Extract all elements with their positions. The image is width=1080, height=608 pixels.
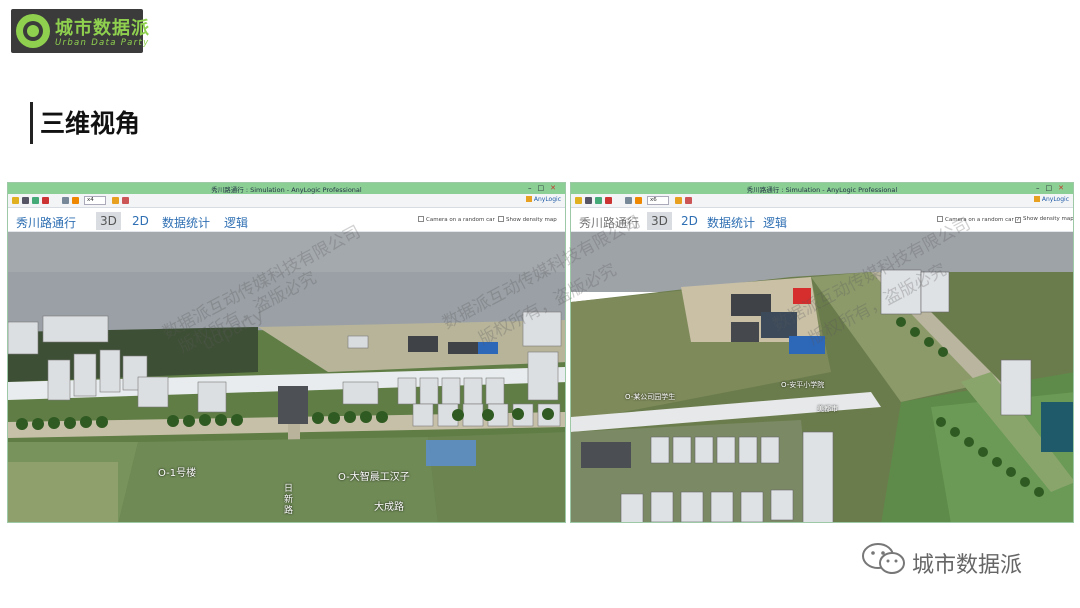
- map-label: O-大智晨工汉子: [338, 472, 410, 483]
- map-label: 美都市: [817, 405, 838, 413]
- window-titlebar: 秀川路通行 : Simulation - AnyLogic Profession…: [8, 183, 565, 194]
- run-icon[interactable]: [12, 197, 19, 204]
- speed-field[interactable]: x4: [84, 196, 106, 205]
- step-icon[interactable]: [22, 197, 29, 204]
- stop-icon[interactable]: [605, 197, 612, 204]
- road-label: 日新路: [284, 484, 294, 516]
- tab-2d[interactable]: 2D: [677, 212, 702, 230]
- checkbox-icon[interactable]: [498, 216, 504, 222]
- run-icon[interactable]: [575, 197, 582, 204]
- play-icon[interactable]: [32, 197, 39, 204]
- 3d-viewport[interactable]: O-安平小学院 O-某公司园学生 美都市: [571, 232, 1073, 522]
- option-label: Show density map: [506, 217, 557, 223]
- window-controls: –□✕: [1036, 184, 1070, 192]
- tab-statistics[interactable]: 数据统计: [703, 212, 759, 233]
- minimize-icon[interactable]: –: [1036, 184, 1046, 192]
- tab-model[interactable]: 秀川路通行: [575, 212, 643, 233]
- page-title: 三维视角: [40, 109, 141, 138]
- density-map-option[interactable]: ✓ Show density map: [1015, 216, 1074, 223]
- option-label: Camera on a random car: [426, 217, 495, 223]
- logo-subtitle: Urban Data Party: [55, 38, 150, 48]
- tab-logic[interactable]: 逻辑: [759, 212, 791, 233]
- footer-brand-name: 城市数据派: [912, 553, 1023, 578]
- tab-3d[interactable]: 3D: [96, 212, 121, 230]
- camera-random-car-option[interactable]: Camera on a random car: [937, 216, 1014, 223]
- tab-model[interactable]: 秀川路通行: [12, 212, 80, 233]
- 3d-city-scene: [571, 232, 1073, 522]
- simulation-window-left: 秀川路通行 : Simulation - AnyLogic Profession…: [7, 182, 566, 523]
- logo-title: 城市数据派: [55, 18, 150, 39]
- window-title: 秀川路通行 : Simulation - AnyLogic Profession…: [211, 186, 362, 194]
- slower-icon[interactable]: [62, 197, 69, 204]
- faster-icon[interactable]: [635, 197, 642, 204]
- option-label: Show density map: [1023, 216, 1074, 222]
- anylogic-brand: AnyLogic: [526, 196, 561, 203]
- tab-3d[interactable]: 3D: [647, 212, 672, 230]
- map-label: O-某公司园学生: [625, 393, 676, 401]
- maximize-icon[interactable]: □: [538, 184, 551, 192]
- close-icon[interactable]: ✕: [550, 184, 562, 192]
- tab-logic[interactable]: 逻辑: [220, 212, 252, 233]
- speed-field[interactable]: x6: [647, 196, 669, 205]
- faster-icon[interactable]: [72, 197, 79, 204]
- window-titlebar: 秀川路通行 : Simulation - AnyLogic Profession…: [571, 183, 1073, 194]
- simulation-toolbar: x6 AnyLogic: [571, 194, 1073, 208]
- option-label: Camera on a random car: [945, 217, 1014, 223]
- checkbox-icon[interactable]: [937, 216, 943, 222]
- map-label: O-1号楼: [158, 468, 197, 479]
- close-icon[interactable]: ✕: [1058, 184, 1070, 192]
- view-tabs: 秀川路通行 3D 2D 数据统计 逻辑 Camera on a random c…: [571, 208, 1073, 232]
- camera-random-car-option[interactable]: Camera on a random car: [418, 216, 495, 223]
- window-title: 秀川路通行 : Simulation - AnyLogic Profession…: [746, 186, 898, 194]
- simulation-toolbar: x4 AnyLogic: [8, 194, 565, 208]
- reset-icon[interactable]: [685, 197, 692, 204]
- tab-2d[interactable]: 2D: [128, 212, 153, 230]
- checkbox-checked-icon[interactable]: ✓: [1015, 217, 1021, 223]
- wechat-icon: [862, 543, 905, 574]
- road-label: 大成路: [374, 502, 404, 513]
- title-accent-bar: [30, 102, 33, 144]
- stop-icon[interactable]: [42, 197, 49, 204]
- step-icon[interactable]: [585, 197, 592, 204]
- settings-icon[interactable]: [112, 197, 119, 204]
- play-icon[interactable]: [595, 197, 602, 204]
- settings-icon[interactable]: [675, 197, 682, 204]
- anylogic-brand: AnyLogic: [1034, 196, 1069, 203]
- 3d-viewport[interactable]: O-1号楼 O-大智晨工汉子 大成路 日新路: [8, 232, 565, 522]
- reset-icon[interactable]: [122, 197, 129, 204]
- view-tabs: 秀川路通行 3D 2D 数据统计 逻辑 Camera on a random c…: [8, 208, 565, 232]
- density-map-option[interactable]: Show density map: [498, 216, 557, 223]
- map-label: O-安平小学院: [781, 381, 825, 389]
- checkbox-icon[interactable]: [418, 216, 424, 222]
- udp-logo-icon: [16, 14, 50, 48]
- minimize-icon[interactable]: –: [528, 184, 538, 192]
- brand-logo: 城市数据派 Urban Data Party: [11, 9, 149, 53]
- maximize-icon[interactable]: □: [1046, 184, 1059, 192]
- slower-icon[interactable]: [625, 197, 632, 204]
- window-controls: –□✕: [528, 184, 562, 192]
- tab-statistics[interactable]: 数据统计: [158, 212, 214, 233]
- simulation-window-right: 秀川路通行 : Simulation - AnyLogic Profession…: [570, 182, 1074, 523]
- 3d-city-scene: [8, 232, 565, 522]
